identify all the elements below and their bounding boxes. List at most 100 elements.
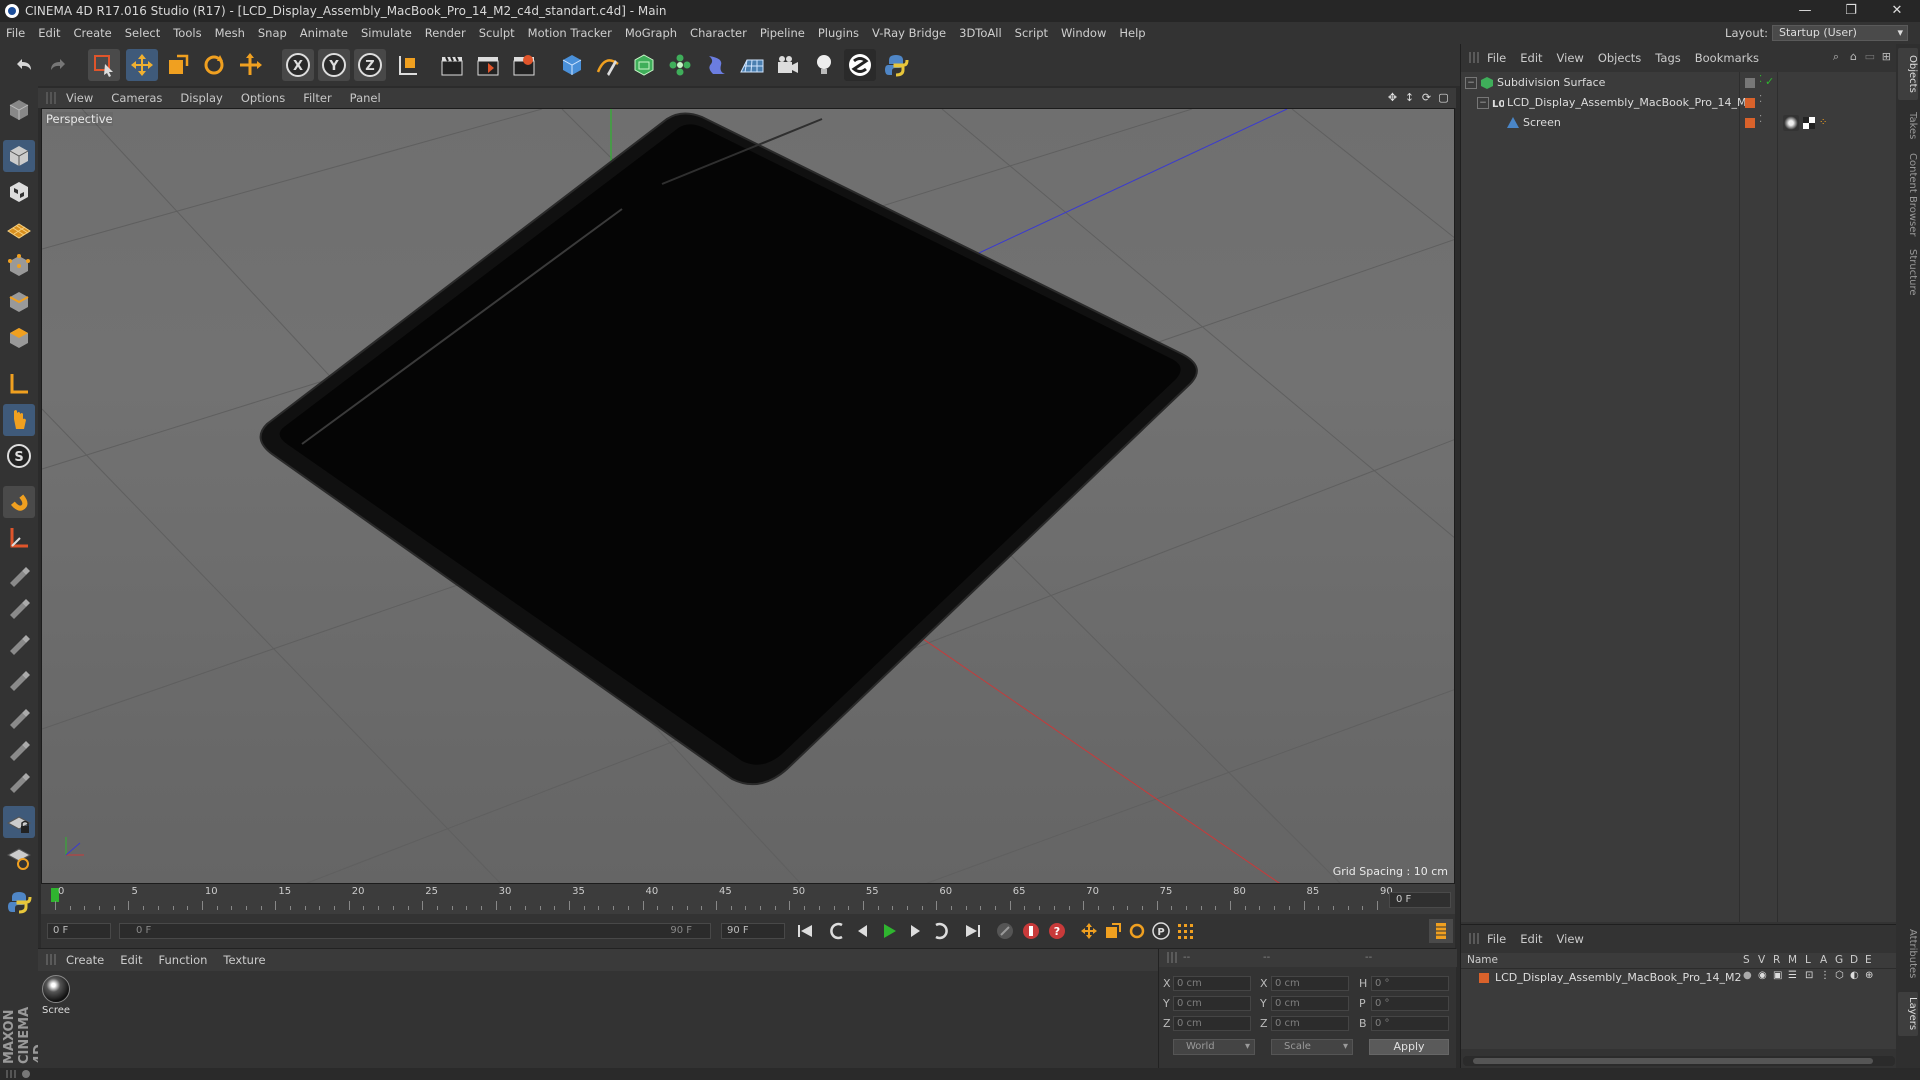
timeline-layout-button[interactable] [1429, 919, 1453, 943]
menu-script[interactable]: Script [1015, 26, 1048, 40]
manager-toggle-icon[interactable]: ☰ [1788, 970, 1797, 981]
render-toggle-icon[interactable]: ▣ [1773, 970, 1782, 981]
layer-col-render[interactable]: R [1773, 954, 1780, 966]
autokeying-button[interactable] [1019, 919, 1043, 943]
rotation-p-field[interactable]: 0 ° [1371, 996, 1449, 1011]
layer-col-view[interactable]: V [1758, 954, 1765, 966]
layer-col-generators[interactable]: G [1835, 954, 1843, 966]
scale-tool-button[interactable] [162, 49, 194, 81]
render-settings-button[interactable] [508, 49, 540, 81]
make-editable-button[interactable] [3, 94, 35, 126]
menu-simulate[interactable]: Simulate [361, 26, 412, 40]
menu-sculpt[interactable]: Sculpt [479, 26, 515, 40]
menu-window[interactable]: Window [1061, 26, 1106, 40]
object-menu-objects[interactable]: Objects [1598, 51, 1641, 65]
viewport-menu-options[interactable]: Options [241, 91, 285, 105]
maximize-view-icon[interactable]: ▢ [1437, 91, 1450, 104]
y-axis-lock-button[interactable]: Y [318, 49, 350, 81]
rotation-h-field[interactable]: 0 ° [1371, 976, 1449, 991]
panel-grip-icon[interactable] [1469, 933, 1480, 944]
tab-attributes[interactable]: Attributes [1898, 924, 1918, 984]
close-button[interactable]: ✕ [1874, 0, 1920, 22]
viewport-menu-filter[interactable]: Filter [303, 91, 331, 105]
viewport-camera-label[interactable]: Perspective [46, 112, 113, 126]
live-selection-button[interactable] [88, 49, 120, 81]
add-deformer-button[interactable] [700, 49, 732, 81]
menu-tools[interactable]: Tools [173, 26, 201, 40]
transform-mode-dropdown[interactable]: Scale ▾ [1271, 1039, 1353, 1055]
material-tag-icon[interactable] [1783, 115, 1799, 131]
size-y-field[interactable]: 0 cm [1271, 996, 1349, 1011]
object-menu-view[interactable]: View [1557, 51, 1584, 65]
minimize-button[interactable]: — [1782, 0, 1828, 22]
layer-color-swatch[interactable] [1745, 98, 1755, 108]
object-row-screen[interactable]: Screen ⁚ ⁘ [1461, 114, 1897, 132]
next-keyframe-button[interactable] [929, 919, 953, 943]
move-tool-button[interactable] [126, 49, 158, 81]
sculpt-flatten-button[interactable] [3, 700, 35, 732]
play-button[interactable] [877, 919, 901, 943]
solo-toggle-icon[interactable]: ● [1743, 970, 1752, 981]
pan-view-icon[interactable]: ✥ [1386, 91, 1399, 104]
redo-button[interactable] [42, 49, 74, 81]
previous-frame-button[interactable] [851, 919, 875, 943]
panel-grip-icon[interactable] [46, 954, 57, 965]
start-frame-field[interactable]: 0 F [47, 923, 111, 939]
snap-button[interactable]: S [3, 440, 35, 472]
sculpt-mask-button[interactable] [3, 764, 35, 796]
layer-col-locked[interactable]: L [1805, 954, 1811, 966]
zoom-view-icon[interactable]: ↕ [1403, 91, 1416, 104]
3d-viewport[interactable]: Perspective Grid Spacing : 10 cm [41, 108, 1455, 884]
add-camera-button[interactable] [772, 49, 804, 81]
layer-col-animation[interactable]: A [1820, 954, 1827, 966]
layer-menu-view[interactable]: View [1557, 932, 1584, 946]
position-y-field[interactable]: 0 cm [1173, 996, 1251, 1011]
points-mode-button[interactable] [3, 250, 35, 282]
x-axis-lock-button[interactable]: X [282, 49, 314, 81]
menu-edit[interactable]: Edit [38, 26, 60, 40]
layout-select[interactable]: Startup (User) ▾ [1772, 25, 1908, 41]
render-view-button[interactable] [436, 49, 468, 81]
polygons-mode-button[interactable] [3, 322, 35, 354]
vray-bridge-button[interactable] [844, 49, 876, 81]
lock-icon[interactable]: ⊡ [1805, 970, 1813, 981]
undo-button[interactable] [8, 49, 40, 81]
material-menu-texture[interactable]: Texture [223, 953, 265, 967]
material-menu-function[interactable]: Function [159, 953, 208, 967]
menu-select[interactable]: Select [125, 26, 160, 40]
horizontal-scrollbar[interactable] [1463, 1056, 1895, 1066]
tab-objects[interactable]: Objects [1898, 48, 1918, 100]
z-axis-lock-button[interactable]: Z [354, 49, 386, 81]
menu-render[interactable]: Render [425, 26, 466, 40]
go-to-end-button[interactable] [961, 919, 985, 943]
phong-tag-icon[interactable]: ⁘ [1819, 117, 1827, 128]
object-menu-tags[interactable]: Tags [1655, 51, 1680, 65]
rotate-tool-button[interactable] [198, 49, 230, 81]
coordinate-space-dropdown[interactable]: World ▾ [1173, 1039, 1255, 1055]
object-row-subdivision-surface[interactable]: − Subdivision Surface ⁚ ✓ [1461, 74, 1897, 92]
object-menu-bookmarks[interactable]: Bookmarks [1695, 51, 1759, 65]
material-menu-edit[interactable]: Edit [120, 953, 142, 967]
generator-toggle-icon[interactable]: ⬡ [1835, 970, 1844, 981]
orbit-view-icon[interactable]: ⟳ [1420, 91, 1433, 104]
tab-layers[interactable]: Layers [1898, 992, 1918, 1036]
tab-takes[interactable]: Takes [1898, 106, 1918, 146]
preview-range-slider[interactable]: 0 F 90 F [119, 923, 711, 939]
size-x-field[interactable]: 0 cm [1271, 976, 1349, 991]
position-z-field[interactable]: 0 cm [1173, 1016, 1251, 1031]
sculpt-smooth-button[interactable] [3, 590, 35, 622]
menu-help[interactable]: Help [1119, 26, 1145, 40]
timeline-ticks[interactable]: 0 5 10 15 20 25 30 35 40 45 50 55 60 65 70 75 80 85 90 [49, 884, 1393, 914]
search-icon[interactable]: ⌕ [1833, 50, 1839, 64]
record-parameter-button[interactable]: P [1149, 919, 1173, 943]
object-row-lcd-display-assembly[interactable]: − L0 LCD_Display_Assembly_MacBook_Pro_14… [1461, 94, 1897, 112]
menu-plugins[interactable]: Plugins [818, 26, 859, 40]
keyframe-selection-button[interactable]: ? [1045, 919, 1069, 943]
maximize-panel-icon[interactable]: ⊞ [1882, 50, 1891, 63]
timeline-ruler[interactable]: 0 5 10 15 20 25 30 35 40 45 50 55 60 65 70 75 80 85 90 0 F [41, 884, 1455, 914]
layer-row[interactable]: LCD_Display_Assembly_MacBook_Pro_14_M2 ●… [1461, 969, 1897, 987]
panel-grip-icon[interactable] [1469, 52, 1480, 63]
menu-snap[interactable]: Snap [258, 26, 287, 40]
record-pla-button[interactable] [1173, 919, 1197, 943]
object-menu-file[interactable]: File [1487, 51, 1506, 65]
